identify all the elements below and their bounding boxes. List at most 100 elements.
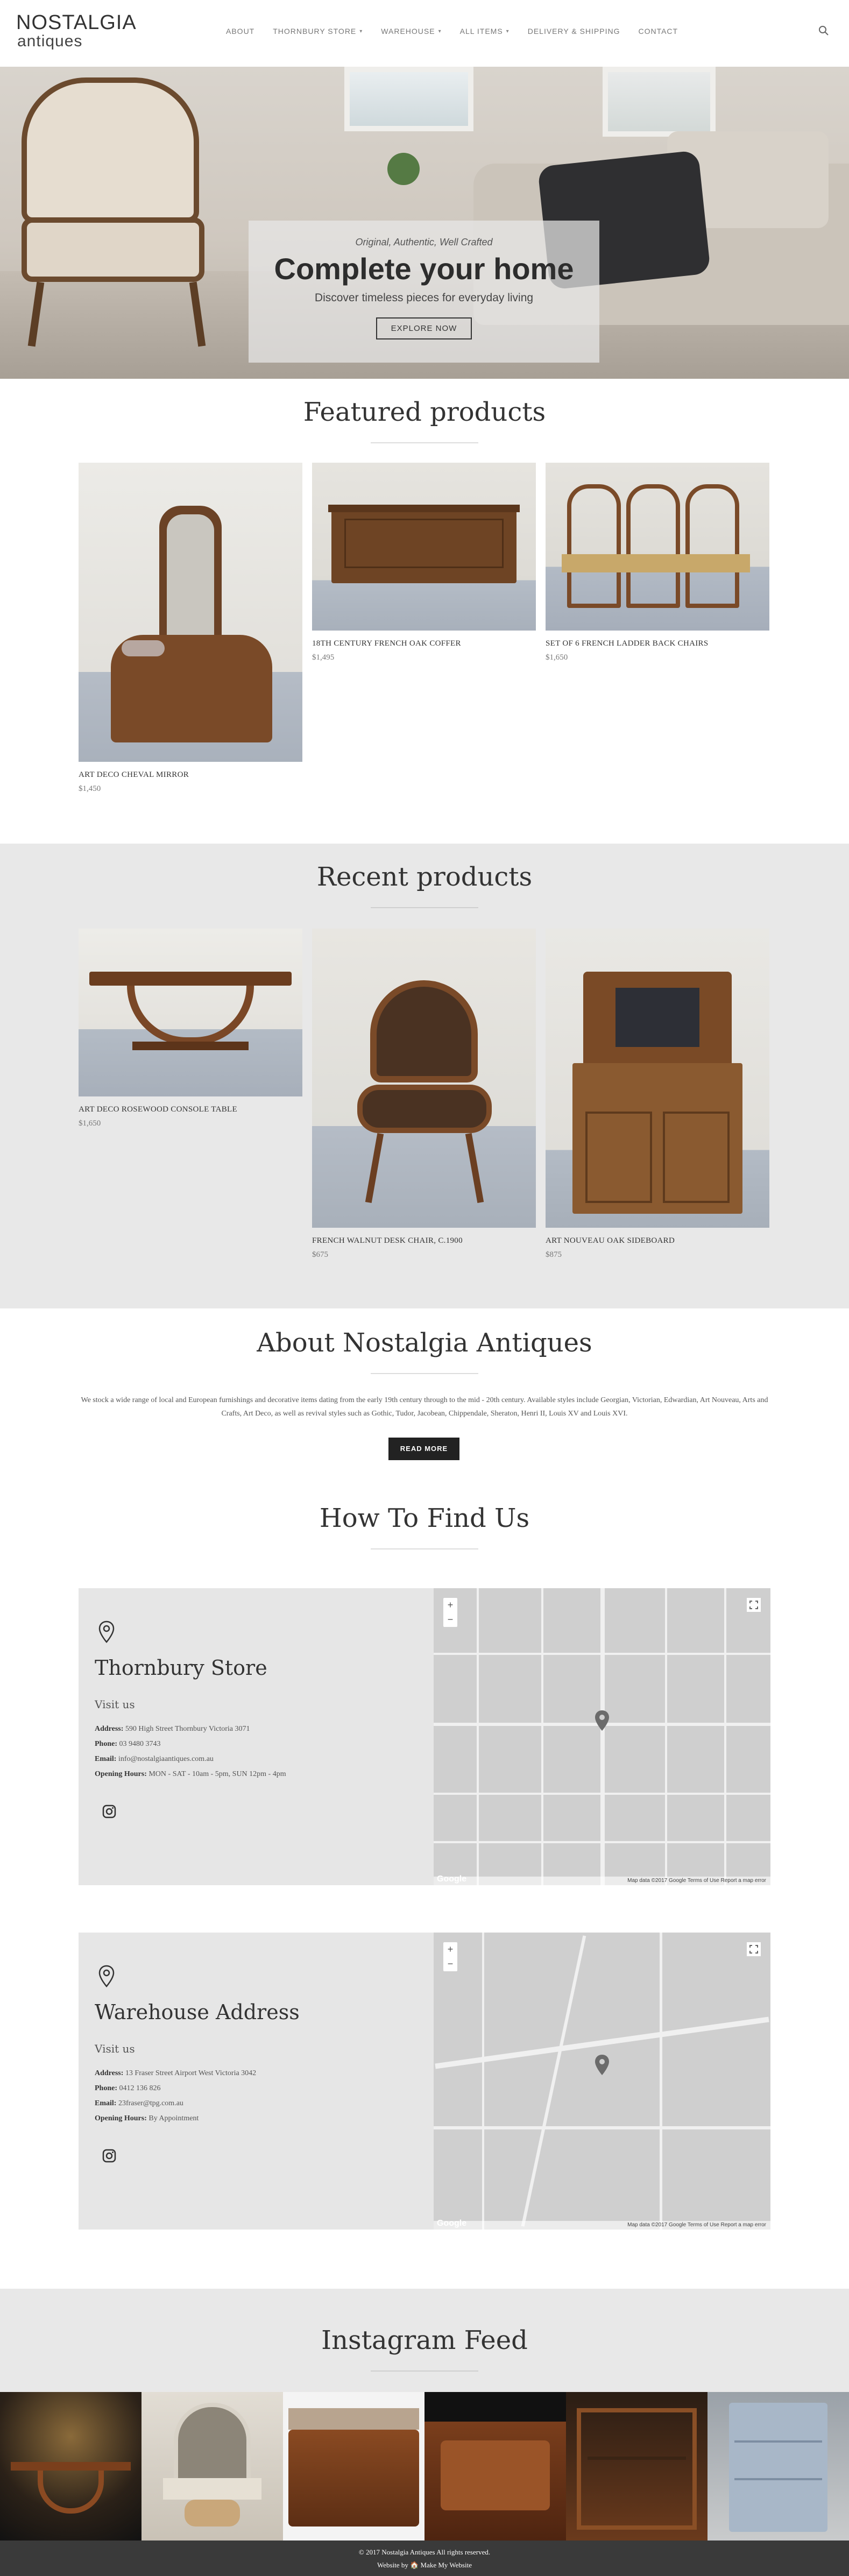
map-pin-icon [98, 1965, 115, 1991]
product-name[interactable]: 18TH CENTURY FRENCH OAK COFFER [312, 639, 461, 648]
zoom-out-icon[interactable]: − [443, 1957, 457, 1971]
fullscreen-icon[interactable] [747, 1942, 761, 1956]
instagram-title: Instagram Feed [321, 2325, 528, 2355]
product-name[interactable]: FRENCH WALNUT DESK CHAIR, C.1900 [312, 1236, 463, 1245]
map-marker-icon[interactable] [594, 1710, 610, 1731]
phone-value[interactable]: 03 9480 3743 [119, 1740, 161, 1748]
nav-contact[interactable]: CONTACT [638, 27, 678, 36]
nav-delivery-shipping[interactable]: DELIVERY & SHIPPING [528, 27, 620, 36]
chevron-down-icon: ▾ [438, 28, 442, 34]
map-zoom-control[interactable]: + − [443, 1598, 457, 1627]
instagram-photo[interactable] [708, 2392, 849, 2540]
read-more-button[interactable]: READ MORE [388, 1438, 459, 1460]
product-image-cheval-mirror[interactable] [79, 463, 302, 762]
hero-armchair-image [22, 77, 199, 223]
section-divider [371, 2370, 478, 2372]
map-attribution[interactable]: Map data ©2017 Google Terms of Use Repor… [434, 1877, 770, 1885]
product-image-oak-sideboard[interactable] [546, 929, 769, 1228]
section-divider [371, 907, 478, 908]
product-image-desk-chair[interactable] [312, 929, 536, 1228]
zoom-in-icon[interactable]: + [443, 1598, 457, 1612]
map-zoom-control[interactable]: + − [443, 1942, 457, 1971]
hero-kicker: Original, Authentic, Well Crafted [355, 237, 493, 247]
section-divider [371, 442, 478, 443]
nav-label: ALL ITEMS [459, 27, 503, 36]
product-image-console-table[interactable] [79, 929, 302, 1096]
nav-thornbury-store[interactable]: THORNBURY STORE ▾ [273, 27, 363, 36]
section-divider [371, 1548, 478, 1549]
search-icon[interactable] [818, 25, 830, 37]
featured-title: Featured products [303, 397, 546, 427]
map-attribution[interactable]: Map data ©2017 Google Terms of Use Repor… [434, 2221, 770, 2230]
find-us-title: How To Find Us [319, 1503, 530, 1533]
hero-window-image [603, 67, 716, 137]
location-visit-label: Visit us [95, 1698, 135, 1711]
chevron-down-icon: ▾ [506, 28, 510, 34]
recent-title: Recent products [316, 862, 533, 892]
product-name[interactable]: ART NOUVEAU OAK SIDEBOARD [546, 1236, 675, 1245]
map-marker-icon[interactable] [594, 2054, 610, 2076]
product-image-oak-coffer[interactable] [312, 463, 536, 631]
instagram-photo[interactable] [566, 2392, 708, 2540]
google-logo: Google [437, 2219, 467, 2228]
hero-window-image [344, 67, 473, 131]
footer-credit-link[interactable]: Website by 🏠 Make My Website [0, 2561, 849, 2570]
hero-plant-image [387, 153, 420, 185]
site-header: NOSTALGIA antiques ABOUT THORNBURY STORE… [0, 0, 849, 67]
nav-label: CONTACT [638, 27, 678, 36]
section-divider [371, 1373, 478, 1374]
location-thornbury: Thornbury Store Visit us Address: 590 Hi… [79, 1588, 770, 1885]
site-footer: © 2017 Nostalgia Antiques All rights res… [0, 2540, 849, 2576]
location-details: Address: 13 Fraser Street Airport West V… [95, 2066, 256, 2126]
email-label: Email: [95, 1755, 117, 1763]
about-title: About Nostalgia Antiques [257, 1328, 592, 1358]
hours-label: Opening Hours: [95, 1770, 147, 1778]
product-name[interactable]: ART DECO ROSEWOOD CONSOLE TABLE [79, 1105, 237, 1114]
location-details: Address: 590 High Street Thornbury Victo… [95, 1722, 286, 1782]
footer-copyright: © 2017 Nostalgia Antiques All rights res… [358, 2548, 491, 2556]
email-link[interactable]: info@nostalgiaantiques.com.au [118, 1755, 214, 1763]
product-price: $1,650 [546, 653, 568, 662]
product-image-ladder-chairs[interactable] [546, 463, 769, 631]
location-visit-label: Visit us [95, 2042, 135, 2055]
hero-title: Complete your home [274, 252, 574, 286]
instagram-photo[interactable] [0, 2392, 142, 2540]
site-logo[interactable]: NOSTALGIA antiques [16, 12, 137, 49]
nav-label: ABOUT [226, 27, 255, 36]
google-logo: Google [437, 1874, 467, 1884]
zoom-out-icon[interactable]: − [443, 1612, 457, 1627]
logo-line2: antiques [17, 32, 83, 50]
hero-caption-box: Original, Authentic, Well Crafted Comple… [249, 221, 599, 363]
instagram-icon[interactable] [102, 2149, 116, 2165]
nav-about[interactable]: ABOUT [226, 27, 254, 36]
hero-banner: Original, Authentic, Well Crafted Comple… [0, 67, 849, 379]
nav-label: THORNBURY STORE [273, 27, 357, 36]
google-map[interactable]: + − Map data ©2017 Google Terms of Use Re… [434, 1933, 770, 2230]
instagram-photo[interactable] [142, 2392, 283, 2540]
about-text: We stock a wide range of local and Europ… [81, 1396, 768, 1418]
instagram-feed [0, 2392, 849, 2540]
explore-now-button[interactable]: EXPLORE NOW [376, 317, 472, 339]
product-price: $1,650 [79, 1119, 101, 1128]
product-name[interactable]: ART DECO CHEVAL MIRROR [79, 770, 189, 780]
email-link[interactable]: 23fraser@tpg.com.au [118, 2099, 183, 2107]
google-map[interactable]: + − Map data ©2017 Google Terms of Use Re… [434, 1588, 770, 1885]
product-price: $875 [546, 1250, 562, 1259]
nav-all-items[interactable]: ALL ITEMS ▾ [460, 27, 510, 36]
chevron-down-icon: ▾ [359, 28, 363, 34]
nav-warehouse[interactable]: WAREHOUSE ▾ [381, 27, 441, 36]
logo-line1: NOSTALGIA [16, 11, 137, 34]
address-label: Address: [95, 1725, 124, 1733]
nav-label: WAREHOUSE [381, 27, 435, 36]
hours-value: By Appointment [148, 2114, 199, 2122]
zoom-in-icon[interactable]: + [443, 1942, 457, 1957]
product-name[interactable]: SET OF 6 FRENCH LADDER BACK CHAIRS [546, 639, 708, 648]
email-label: Email: [95, 2099, 117, 2107]
nav-label: DELIVERY & SHIPPING [527, 27, 620, 36]
fullscreen-icon[interactable] [747, 1598, 761, 1612]
instagram-photo[interactable] [283, 2392, 424, 2540]
hours-label: Opening Hours: [95, 2114, 147, 2122]
instagram-photo[interactable] [424, 2392, 566, 2540]
phone-value[interactable]: 0412 136 826 [119, 2084, 161, 2092]
instagram-icon[interactable] [102, 1804, 116, 1821]
